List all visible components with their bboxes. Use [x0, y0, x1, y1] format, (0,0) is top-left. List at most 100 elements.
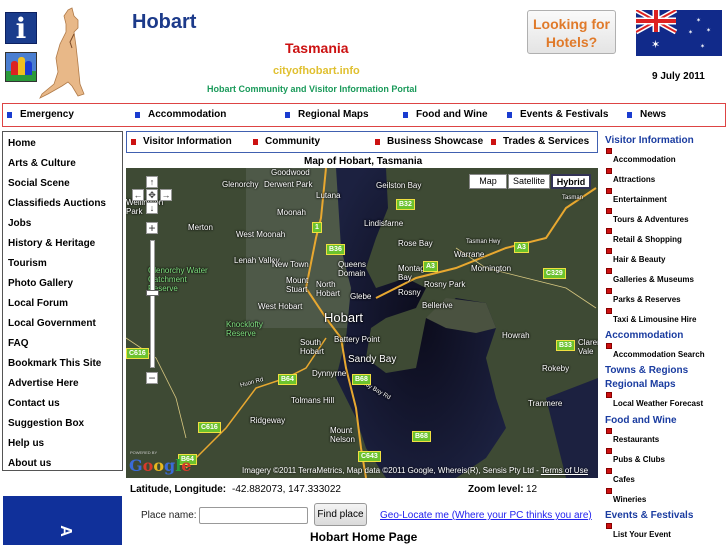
map-type-map[interactable]: Map [469, 174, 507, 189]
geo-locate-link[interactable]: Geo-Locate me (Where your PC thinks you … [380, 510, 592, 521]
info-icon[interactable]: i [5, 12, 37, 45]
topnav-regional-maps[interactable]: Regional Maps [285, 109, 369, 120]
topnav-label: Events & Festivals [520, 109, 609, 120]
leftnav-bookmark[interactable]: Bookmark This Site [8, 358, 101, 369]
leftnav-advertise[interactable]: Advertise Here [8, 378, 79, 389]
hotels-button[interactable]: Looking for Hotels? [527, 10, 616, 54]
domain-link[interactable]: cityofhobart.info [273, 65, 360, 77]
rside-item-wineries[interactable]: Wineries [606, 488, 646, 504]
topnav-news[interactable]: News [627, 109, 666, 120]
terms-of-use-link[interactable]: Terms of Use [541, 466, 588, 475]
rside-item-accommodation-search[interactable]: Accommodation Search [606, 343, 705, 359]
bullet-icon [606, 228, 612, 234]
bullet-icon [606, 268, 612, 274]
pan-left-icon[interactable]: ← [132, 189, 144, 201]
copyright-text: Imagery ©2011 TerraMetrics, Map data ©20… [242, 466, 541, 475]
svg-text:✶: ✶ [696, 17, 701, 24]
leftnav-local-forum[interactable]: Local Forum [8, 298, 68, 309]
rside-item-list-event[interactable]: List Your Event [606, 523, 671, 539]
map-view[interactable]: Goodwood Glenorchy Derwent Park Lutana G… [126, 168, 598, 478]
zoom-in-icon[interactable]: + [146, 222, 158, 234]
zoom-slider-thumb[interactable] [146, 290, 159, 296]
leftnav-help[interactable]: Help us [8, 438, 44, 449]
rside-item-cafes[interactable]: Cafes [606, 468, 635, 484]
map-label-hobart: Hobart [324, 310, 364, 325]
map-label-glebe: Glebe [350, 292, 372, 301]
rside-heading-visitor-info[interactable]: Visitor Information [605, 135, 694, 146]
subnav-label: Community [265, 136, 320, 147]
rside-item-attractions[interactable]: Attractions [606, 168, 655, 184]
rside-heading-regional-maps[interactable]: Regional Maps [605, 379, 676, 390]
map-label-north-hobart: North Hobart [316, 280, 341, 298]
rside-item-galleries[interactable]: Galleries & Museums [606, 268, 694, 284]
pan-up-icon[interactable]: ↑ [146, 176, 158, 188]
zoom-out-icon[interactable]: − [146, 372, 158, 384]
rside-item-retail[interactable]: Retail & Shopping [606, 228, 682, 244]
topnav-label: News [640, 109, 667, 120]
leftnav-local-government[interactable]: Local Government [8, 318, 96, 329]
bullet-icon [7, 111, 12, 118]
bullet-icon [606, 208, 612, 214]
region-title: Tasmania [285, 40, 349, 56]
leftnav-classifieds[interactable]: Classifieds Auctions [8, 198, 106, 209]
leftnav-social-scene[interactable]: Social Scene [8, 178, 70, 189]
rside-heading-accommodation[interactable]: Accommodation [605, 330, 683, 341]
subnav-visitor-info[interactable]: Visitor Information [131, 136, 232, 147]
rside-item-entertainment[interactable]: Entertainment [606, 188, 667, 204]
google-logo[interactable]: Google [129, 456, 191, 475]
leftnav-faq[interactable]: FAQ [8, 338, 29, 349]
subnav-trades[interactable]: Trades & Services [491, 136, 589, 147]
map-label-glenorchy: Glenorchy [222, 180, 259, 189]
rside-heading-towns[interactable]: Towns & Regions [605, 365, 688, 376]
leftnav-home[interactable]: Home [8, 138, 36, 149]
bullet-icon [606, 188, 612, 194]
leftnav-tourism[interactable]: Tourism [8, 258, 47, 269]
pan-right-icon[interactable]: → [160, 189, 172, 201]
subnav-business[interactable]: Business Showcase [375, 136, 483, 147]
rside-item-label: Pubs & Clubs [613, 455, 666, 464]
rside-heading-food-wine[interactable]: Food and Wine [605, 415, 677, 426]
rside-item-taxi[interactable]: Taxi & Limousine Hire [606, 308, 696, 324]
leftnav-suggestion[interactable]: Suggestion Box [8, 418, 84, 429]
rside-item-tours[interactable]: Tours & Adventures [606, 208, 689, 224]
topnav-events[interactable]: Events & Festivals [507, 109, 608, 120]
leftnav-history[interactable]: History & Heritage [8, 238, 95, 249]
rside-item-restaurants[interactable]: Restaurants [606, 428, 659, 444]
zoom-slider-track[interactable] [150, 240, 155, 368]
map-label-tasman: Tasman [562, 195, 584, 201]
leftnav-jobs[interactable]: Jobs [8, 218, 31, 229]
map-label-goodwood: Goodwood [271, 168, 310, 177]
topnav-emergency[interactable]: Emergency [7, 109, 74, 120]
zoom-level-value: 12 [526, 484, 538, 495]
map-type-satellite[interactable]: Satellite [508, 174, 550, 189]
road-shield: C616 [126, 348, 149, 359]
place-name-input[interactable] [199, 507, 308, 524]
rside-item-hair-beauty[interactable]: Hair & Beauty [606, 248, 665, 264]
find-place-button[interactable]: Find place [314, 503, 367, 526]
map-label-merton: Merton [188, 223, 213, 232]
map-type-hybrid[interactable]: Hybrid [551, 174, 591, 189]
leftnav-about[interactable]: About us [8, 458, 51, 469]
leftnav-arts-culture[interactable]: Arts & Culture [8, 158, 76, 169]
leftnav-photo-gallery[interactable]: Photo Gallery [8, 278, 73, 289]
road-shield: 1 [312, 222, 322, 233]
topnav-food-wine[interactable]: Food and Wine [403, 109, 488, 120]
bullet-icon [606, 468, 612, 474]
pan-down-icon[interactable]: ↓ [146, 202, 158, 214]
rside-item-pubs[interactable]: Pubs & Clubs [606, 448, 665, 464]
subnav-community[interactable]: Community [253, 136, 320, 147]
map-label-dynnyrne: Dynnyrne [312, 369, 347, 378]
pan-center-icon[interactable]: ✥ [146, 189, 158, 201]
topnav-accommodation[interactable]: Accommodation [135, 109, 226, 120]
bullet-icon [606, 448, 612, 454]
bullet-icon [606, 392, 612, 398]
rside-item-accommodation[interactable]: Accommodation [606, 148, 676, 164]
people-icon[interactable] [5, 52, 37, 82]
ad-banner[interactable]: A [3, 496, 122, 545]
map-label-warrane: Warrane [454, 250, 485, 259]
rside-heading-events[interactable]: Events & Festivals [605, 510, 693, 521]
rside-item-label: Tours & Adventures [613, 215, 689, 224]
rside-item-parks[interactable]: Parks & Reserves [606, 288, 681, 304]
leftnav-contact[interactable]: Contact us [8, 398, 60, 409]
rside-item-weather[interactable]: Local Weather Forecast [606, 392, 703, 408]
